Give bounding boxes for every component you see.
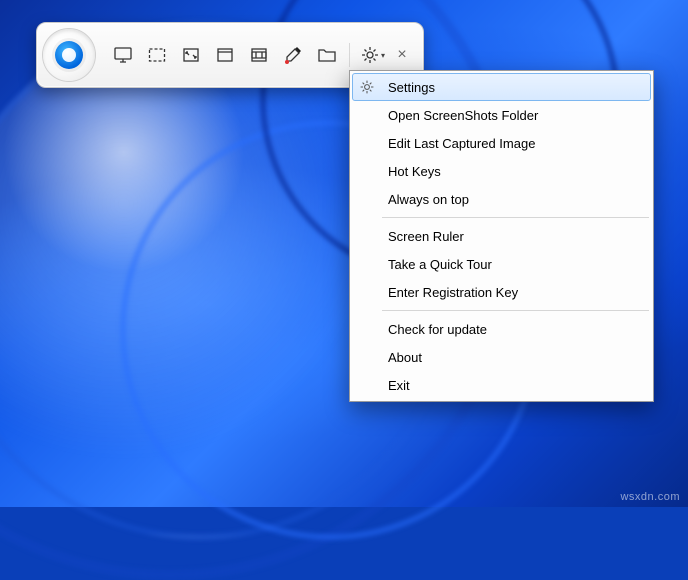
settings-gear-icon bbox=[360, 45, 380, 65]
capture-desktop-button[interactable] bbox=[109, 41, 137, 69]
settings-dropdown-menu: Settings Open ScreenShots Folder Edit La… bbox=[349, 70, 654, 402]
capture-window-button[interactable] bbox=[211, 41, 239, 69]
menu-item-label: Screen Ruler bbox=[388, 229, 643, 244]
chevron-down-icon: ▾ bbox=[381, 51, 385, 60]
gear-icon bbox=[356, 76, 378, 98]
menu-separator bbox=[382, 310, 649, 311]
open-folder-icon bbox=[317, 45, 337, 65]
menu-item-label: Edit Last Captured Image bbox=[388, 136, 643, 151]
capture-region-icon bbox=[147, 45, 167, 65]
capture-desktop-icon bbox=[113, 45, 133, 65]
capture-fullscreen-button[interactable] bbox=[177, 41, 205, 69]
menu-item-label: Open ScreenShots Folder bbox=[388, 108, 643, 123]
menu-item-label: About bbox=[388, 350, 643, 365]
menu-item-hotkeys[interactable]: Hot Keys bbox=[352, 157, 651, 185]
menu-item-quick-tour[interactable]: Take a Quick Tour bbox=[352, 250, 651, 278]
menu-item-label: Always on top bbox=[388, 192, 643, 207]
open-folder-button[interactable] bbox=[313, 41, 341, 69]
menu-item-settings[interactable]: Settings bbox=[352, 73, 651, 101]
settings-dropdown-button[interactable]: ▾ bbox=[358, 41, 385, 69]
menu-item-always-on-top[interactable]: Always on top bbox=[352, 185, 651, 213]
menu-item-label: Hot Keys bbox=[388, 164, 643, 179]
menu-item-check-update[interactable]: Check for update bbox=[352, 315, 651, 343]
capture-window-icon bbox=[215, 45, 235, 65]
toolbar-separator bbox=[349, 43, 350, 67]
capture-fullscreen-icon bbox=[181, 45, 201, 65]
color-picker-button[interactable] bbox=[279, 41, 307, 69]
menu-item-exit[interactable]: Exit bbox=[352, 371, 651, 399]
capture-region-button[interactable] bbox=[143, 41, 171, 69]
menu-item-about[interactable]: About bbox=[352, 343, 651, 371]
close-icon: × bbox=[397, 46, 406, 64]
menu-item-screen-ruler[interactable]: Screen Ruler bbox=[352, 222, 651, 250]
menu-separator bbox=[382, 217, 649, 218]
menu-item-label: Settings bbox=[388, 80, 643, 95]
capture-video-icon bbox=[249, 45, 269, 65]
menu-item-edit-last[interactable]: Edit Last Captured Image bbox=[352, 129, 651, 157]
menu-item-label: Check for update bbox=[388, 322, 643, 337]
menu-item-label: Enter Registration Key bbox=[388, 285, 643, 300]
capture-video-button[interactable] bbox=[245, 41, 273, 69]
menu-item-registration[interactable]: Enter Registration Key bbox=[352, 278, 651, 306]
menu-item-label: Take a Quick Tour bbox=[388, 257, 643, 272]
close-button[interactable]: × bbox=[391, 44, 413, 66]
menu-item-open-folder[interactable]: Open ScreenShots Folder bbox=[352, 101, 651, 129]
menu-item-label: Exit bbox=[388, 378, 643, 393]
watermark-text: wsxdn.com bbox=[620, 491, 680, 503]
app-logo-icon[interactable] bbox=[43, 29, 95, 81]
color-picker-icon bbox=[283, 45, 303, 65]
